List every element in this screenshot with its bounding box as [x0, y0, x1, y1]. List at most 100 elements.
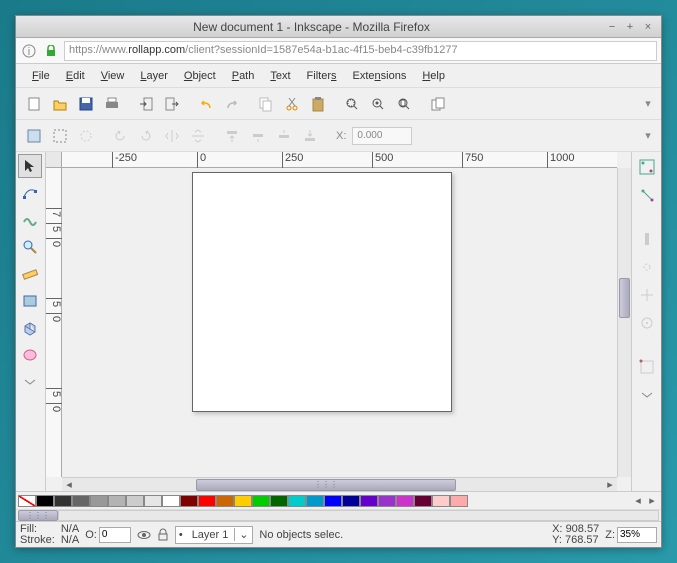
- snap-enable-button[interactable]: [636, 156, 658, 178]
- color-swatch[interactable]: [36, 495, 54, 507]
- lower-bottom-button[interactable]: [298, 124, 322, 148]
- color-swatch[interactable]: [378, 495, 396, 507]
- deselect-button[interactable]: [74, 124, 98, 148]
- snap-center-button[interactable]: [636, 312, 658, 334]
- paste-button[interactable]: [306, 92, 330, 116]
- layer-dropdown-icon[interactable]: ⌄: [234, 528, 252, 541]
- horizontal-ruler[interactable]: -250 0 250 500 750 1000: [62, 152, 617, 168]
- layer-selector[interactable]: • Layer 1 ⌄: [175, 526, 254, 544]
- controls-overflow[interactable]: ▾: [641, 129, 655, 142]
- fill-stroke-indicator[interactable]: Fill: Stroke:: [20, 524, 55, 546]
- rotate-cw-button[interactable]: [134, 124, 158, 148]
- more-tools[interactable]: [18, 370, 42, 394]
- zoom-input[interactable]: [617, 527, 657, 543]
- rotate-ccw-button[interactable]: [108, 124, 132, 148]
- color-swatch[interactable]: [360, 495, 378, 507]
- palette-scroll-thumb[interactable]: ⋮⋮⋮: [18, 510, 58, 521]
- color-swatch[interactable]: [414, 495, 432, 507]
- maximize-button[interactable]: +: [623, 20, 637, 34]
- color-swatch[interactable]: [252, 495, 270, 507]
- tweak-tool[interactable]: [18, 208, 42, 232]
- menu-edit[interactable]: Edit: [58, 67, 93, 85]
- color-swatch[interactable]: [342, 495, 360, 507]
- color-swatch[interactable]: [180, 495, 198, 507]
- export-button[interactable]: [160, 92, 184, 116]
- color-swatch[interactable]: [72, 495, 90, 507]
- color-swatch[interactable]: [90, 495, 108, 507]
- info-icon[interactable]: i: [20, 42, 38, 60]
- color-swatch[interactable]: [432, 495, 450, 507]
- swatch-none[interactable]: [18, 495, 36, 507]
- menu-object[interactable]: Object: [176, 67, 224, 85]
- color-swatch[interactable]: [54, 495, 72, 507]
- vertical-ruler[interactable]: 7 5 0 5 0 5 0: [46, 168, 62, 477]
- menu-layer[interactable]: Layer: [132, 67, 176, 85]
- scroll-thumb-h[interactable]: ⋮⋮⋮: [196, 479, 456, 491]
- menu-text[interactable]: Text: [262, 67, 298, 85]
- menu-file[interactable]: File: [24, 67, 58, 85]
- undo-button[interactable]: [194, 92, 218, 116]
- rectangle-tool[interactable]: [18, 289, 42, 313]
- vertical-scrollbar[interactable]: [617, 168, 631, 477]
- layer-lock-icon[interactable]: [157, 528, 169, 542]
- horizontal-scrollbar[interactable]: ◂ ⋮⋮⋮ ▸: [62, 477, 617, 491]
- open-button[interactable]: [48, 92, 72, 116]
- snap-path-button[interactable]: [636, 256, 658, 278]
- minimize-button[interactable]: −: [605, 20, 619, 34]
- scroll-right-arrow[interactable]: ▸: [603, 478, 617, 491]
- x-coord-input[interactable]: [352, 127, 412, 145]
- flip-v-button[interactable]: [186, 124, 210, 148]
- redo-button[interactable]: [220, 92, 244, 116]
- new-document-button[interactable]: [22, 92, 46, 116]
- selector-tool[interactable]: [18, 154, 42, 178]
- color-swatch[interactable]: [216, 495, 234, 507]
- palette-menu[interactable]: ▸: [645, 494, 659, 507]
- node-tool[interactable]: [18, 181, 42, 205]
- color-swatch[interactable]: [324, 495, 342, 507]
- flip-h-button[interactable]: [160, 124, 184, 148]
- color-swatch[interactable]: [288, 495, 306, 507]
- raise-button[interactable]: [246, 124, 270, 148]
- scroll-thumb-v[interactable]: [619, 278, 630, 318]
- copy-button[interactable]: [254, 92, 278, 116]
- toolbar-overflow[interactable]: ▾: [641, 97, 655, 110]
- save-button[interactable]: [74, 92, 98, 116]
- color-swatch[interactable]: [234, 495, 252, 507]
- zoom-drawing-button[interactable]: [366, 92, 390, 116]
- cut-button[interactable]: [280, 92, 304, 116]
- zoom-selection-button[interactable]: [340, 92, 364, 116]
- box3d-tool[interactable]: [18, 316, 42, 340]
- color-swatch[interactable]: [162, 495, 180, 507]
- snap-intersection-button[interactable]: [636, 284, 658, 306]
- select-all-layers-button[interactable]: [22, 124, 46, 148]
- color-swatch[interactable]: [270, 495, 288, 507]
- menu-path[interactable]: Path: [224, 67, 263, 85]
- color-swatch[interactable]: [198, 495, 216, 507]
- lower-button[interactable]: [272, 124, 296, 148]
- menu-extensions[interactable]: Extensions: [345, 67, 415, 85]
- menu-help[interactable]: Help: [414, 67, 453, 85]
- measure-tool[interactable]: [18, 262, 42, 286]
- duplicate-button[interactable]: [426, 92, 450, 116]
- url-input[interactable]: https://www.rollapp.com/client?sessionId…: [64, 41, 657, 61]
- menu-view[interactable]: View: [93, 67, 133, 85]
- color-swatch[interactable]: [108, 495, 126, 507]
- lock-icon[interactable]: [42, 42, 60, 60]
- color-swatch[interactable]: [450, 495, 468, 507]
- snap-node-button[interactable]: [636, 228, 658, 250]
- snap-bbox-button[interactable]: [636, 184, 658, 206]
- opacity-input[interactable]: [99, 527, 131, 543]
- raise-top-button[interactable]: [220, 124, 244, 148]
- color-swatch[interactable]: [396, 495, 414, 507]
- ellipse-tool[interactable]: [18, 343, 42, 367]
- layer-visibility-icon[interactable]: [137, 528, 151, 542]
- canvas-viewport[interactable]: [62, 168, 617, 477]
- snap-grid-button[interactable]: [636, 356, 658, 378]
- color-swatch[interactable]: [126, 495, 144, 507]
- close-button[interactable]: ×: [641, 20, 655, 34]
- palette-scroll-left[interactable]: ◂: [631, 494, 645, 507]
- scroll-left-arrow[interactable]: ◂: [62, 478, 76, 491]
- import-button[interactable]: [134, 92, 158, 116]
- print-button[interactable]: [100, 92, 124, 116]
- menu-filters[interactable]: Filters: [299, 67, 345, 85]
